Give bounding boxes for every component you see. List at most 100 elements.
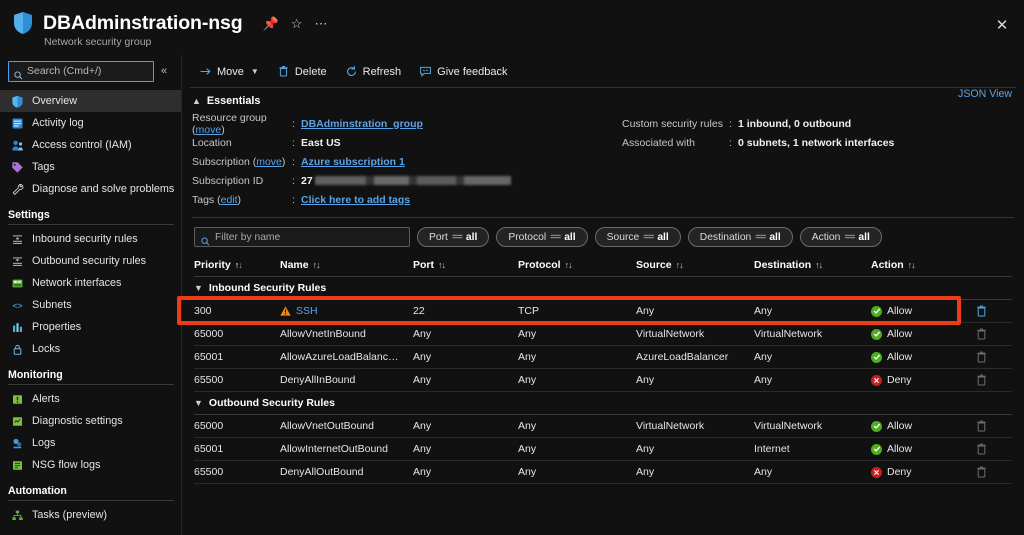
filter-pill-protocol[interactable]: Protocol == all <box>496 227 588 247</box>
sidebar-item-nsg-flow-logs[interactable]: NSG flow logs <box>0 454 182 476</box>
sidebar-item-overview[interactable]: Overview <box>0 90 182 112</box>
trash-icon[interactable] <box>976 351 987 363</box>
table-row[interactable]: 65000 AllowVnetInBound Any Any VirtualNetwor… <box>182 323 1024 345</box>
trash-icon[interactable] <box>976 374 987 386</box>
column-header-protocol[interactable]: Protocol ↑↓ <box>518 259 636 271</box>
column-header-action[interactable]: Action ↑↓ <box>871 259 961 271</box>
delete-rule-button[interactable] <box>961 374 1001 386</box>
ellipsis-icon[interactable]: ⋯ <box>314 17 327 30</box>
json-view-link[interactable]: JSON View <box>958 88 1012 100</box>
table-row[interactable]: 65001 AllowInternetOutBound Any Any Any Inter… <box>182 438 1024 460</box>
close-icon[interactable]: ✕ <box>993 17 1011 35</box>
edit-link[interactable]: edit <box>221 194 238 206</box>
delete-rule-button[interactable] <box>961 328 1001 340</box>
move-button[interactable]: Move ▼ <box>190 60 268 84</box>
outbound-rules-icon <box>11 255 24 268</box>
filter-pill-port[interactable]: Port == all <box>417 227 490 247</box>
rule-priority: 65500 <box>194 374 224 386</box>
pin-icon[interactable]: 📌 <box>263 17 279 30</box>
properties-icon <box>11 321 24 334</box>
rule-name-cell: AllowInternetOutBound <box>280 443 413 455</box>
add-tags-link[interactable]: Click here to add tags <box>301 194 410 206</box>
trash-icon[interactable] <box>976 443 987 455</box>
delete-rule-button[interactable] <box>961 443 1001 455</box>
rule-action: Deny <box>887 374 912 386</box>
table-row[interactable]: 65000 AllowVnetOutBound Any Any VirtualNetwo… <box>182 415 1024 437</box>
filter-pill-destination[interactable]: Destination == all <box>687 227 793 247</box>
sidebar-item-diagnostic-settings[interactable]: Diagnostic settings <box>0 410 182 432</box>
essentials-label: Associated with <box>622 136 695 149</box>
sidebar-item-diagnose-and-solve-problems[interactable]: Diagnose and solve problems <box>0 178 182 200</box>
sidebar-item-properties[interactable]: Properties <box>0 316 182 338</box>
sidebar-item-alerts[interactable]: Alerts <box>0 388 182 410</box>
sidebar-item-logs[interactable]: Logs <box>0 432 182 454</box>
filter-bar: Filter by name Port == all Protocol == all S… <box>182 218 1024 247</box>
sort-icon[interactable]: ↑↓ <box>908 260 916 270</box>
column-header-destination[interactable]: Destination ↑↓ <box>754 259 871 271</box>
sidebar-section-title: Settings <box>8 209 50 221</box>
delete-rule-button[interactable] <box>961 305 1001 317</box>
delete-rule-button[interactable] <box>961 466 1001 478</box>
star-icon[interactable]: ☆ <box>291 17 303 30</box>
delete-button[interactable]: Delete <box>268 60 336 84</box>
subscription-link[interactable]: Azure subscription 1 <box>301 156 405 168</box>
chevron-double-left-icon[interactable]: « <box>154 65 174 77</box>
sidebar-item-label: Alerts <box>32 393 60 405</box>
trash-icon[interactable] <box>976 305 987 317</box>
sidebar-item-locks[interactable]: Locks <box>0 338 182 360</box>
rule-source: Any <box>636 305 655 317</box>
chevron-down-icon[interactable]: ▼ <box>194 398 203 408</box>
rule-destination: Any <box>754 351 773 363</box>
delete-rule-button[interactable] <box>961 420 1001 432</box>
rule-name[interactable]: SSH <box>296 305 318 317</box>
table-row[interactable]: 65001 AllowAzureLoadBalancer… Any Any AzureL… <box>182 346 1024 368</box>
table-row[interactable]: 65500 DenyAllOutBound Any Any Any Any Deny <box>182 461 1024 483</box>
delete-rule-button[interactable] <box>961 351 1001 363</box>
filter-pill-source[interactable]: Source == all <box>594 227 681 247</box>
colon: : <box>292 174 295 187</box>
sidebar-item-tags[interactable]: Tags <box>0 156 182 178</box>
table-group-header[interactable]: ▼ Inbound Security Rules <box>182 277 1024 299</box>
essentials-label: Subscription (move) <box>192 155 286 168</box>
sort-icon[interactable]: ↑↓ <box>438 260 446 270</box>
table-row[interactable]: 300 SSH 22 TCP Any Any Allow <box>182 300 1024 322</box>
filter-by-name-input[interactable]: Filter by name <box>194 227 410 247</box>
sort-icon[interactable]: ↑↓ <box>815 260 823 270</box>
sort-icon[interactable]: ↑↓ <box>565 260 573 270</box>
sidebar-item-inbound-security-rules[interactable]: Inbound security rules <box>0 228 182 250</box>
sidebar-item-tasks-preview[interactable]: Tasks (preview) <box>0 504 182 526</box>
chevron-down-icon[interactable]: ▼ <box>251 67 259 76</box>
sidebar-section-title: Monitoring <box>8 369 63 381</box>
column-header-source[interactable]: Source ↑↓ <box>636 259 754 271</box>
sidebar-item-access-control[interactable]: Access control (IAM) <box>0 134 182 156</box>
table-row[interactable]: 65500 DenyAllInBound Any Any Any Any Deny <box>182 369 1024 391</box>
sort-icon[interactable]: ↑↓ <box>676 260 684 270</box>
sort-icon[interactable]: ↑↓ <box>235 260 243 270</box>
sort-icon[interactable]: ↑↓ <box>313 260 321 270</box>
move-link[interactable]: move <box>256 156 282 168</box>
search-input[interactable]: Search (Cmd+/) <box>8 60 154 82</box>
sidebar: Search (Cmd+/) « Overview Activity log A… <box>0 55 182 535</box>
move-link[interactable]: move <box>196 124 222 136</box>
chevron-up-icon[interactable]: ▲ <box>192 96 201 106</box>
table-group-header[interactable]: ▼ Outbound Security Rules <box>182 392 1024 414</box>
sidebar-item-activity-log[interactable]: Activity log <box>0 112 182 134</box>
trash-icon[interactable] <box>976 328 987 340</box>
filter-pill-action[interactable]: Action == all <box>799 227 882 247</box>
sidebar-item-subnets[interactable]: <> Subnets <box>0 294 182 316</box>
trash-icon[interactable] <box>976 420 987 432</box>
chevron-down-icon[interactable]: ▼ <box>194 283 203 293</box>
sidebar-item-network-interfaces[interactable]: Network interfaces <box>0 272 182 294</box>
trash-icon[interactable] <box>976 466 987 478</box>
sidebar-item-label: Inbound security rules <box>32 233 138 245</box>
give-feedback-button[interactable]: Give feedback <box>410 60 516 84</box>
column-header-name[interactable]: Name ↑↓ <box>280 259 413 271</box>
refresh-button[interactable]: Refresh <box>336 60 411 84</box>
column-header-port[interactable]: Port ↑↓ <box>413 259 518 271</box>
logs-icon <box>11 437 24 450</box>
sidebar-item-outbound-security-rules[interactable]: Outbound security rules <box>0 250 182 272</box>
rule-action-cell: Allow <box>871 351 961 363</box>
resource-group-link[interactable]: DBAdminstration_group <box>301 118 423 130</box>
essentials-header[interactable]: ▲ Essentials <box>182 88 1024 107</box>
column-header-priority[interactable]: Priority ↑↓ <box>194 259 280 271</box>
